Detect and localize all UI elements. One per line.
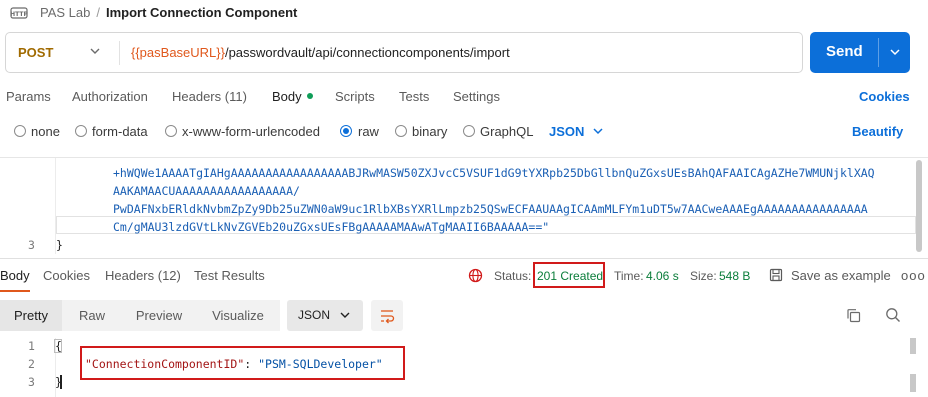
beautify-button[interactable]: Beautify [852, 124, 903, 139]
radio-graphql[interactable] [463, 125, 475, 137]
response-scrollbar[interactable] [910, 338, 916, 354]
view-preview[interactable]: Preview [122, 300, 196, 331]
breadcrumb: PAS Lab / Import Connection Component [40, 5, 297, 20]
time-label: Time: [614, 269, 644, 283]
size-value[interactable]: 548 B [719, 269, 750, 283]
url-variable: {{pasBaseURL}} [131, 45, 225, 60]
chevron-down-icon [339, 309, 351, 321]
breadcrumb-collection[interactable]: PAS Lab [40, 5, 90, 20]
code-line: AAKAMAACUAAAAAAAAAAAAAAAAA/ [113, 184, 300, 198]
response-tab-test-results[interactable]: Test Results [194, 268, 265, 283]
radio-form-data-label[interactable]: form-data [92, 124, 148, 139]
line-number: 2 [28, 357, 35, 371]
status-label: Status: [494, 269, 532, 283]
response-divider [0, 258, 928, 259]
radio-binary[interactable] [395, 125, 407, 137]
copy-icon[interactable] [846, 308, 861, 323]
send-divider [878, 38, 879, 67]
line-number: 3 [28, 375, 35, 389]
view-pretty[interactable]: Pretty [0, 300, 62, 331]
response-format-label: JSON [298, 308, 331, 322]
line-number: 1 [28, 339, 35, 353]
breadcrumb-separator: / [96, 5, 100, 20]
radio-urlencoded-label[interactable]: x-www-form-urlencoded [182, 124, 320, 139]
body-status-dot [306, 93, 313, 99]
active-tab-indicator [0, 290, 30, 292]
code-line: Cm/gMAU3lzdGVtLkNvZGVEb20uZGxsUEsFBgAAAA… [113, 220, 550, 234]
time-value[interactable]: 4.06 s [646, 269, 679, 283]
chevron-down-icon[interactable] [888, 45, 902, 59]
tab-params[interactable]: Params [6, 89, 51, 104]
url-divider [119, 41, 120, 65]
radio-binary-label[interactable]: binary [412, 124, 447, 139]
radio-none-label[interactable]: none [31, 124, 60, 139]
code-line: +hWQWe1AAAATgIAHgAAAAAAAAAAAAAAAAABJRwMA… [113, 166, 875, 180]
response-highlight-box [80, 346, 405, 380]
save-icon[interactable] [769, 268, 783, 282]
view-raw[interactable]: Raw [62, 300, 122, 331]
chevron-down-icon[interactable] [592, 125, 604, 137]
radio-raw[interactable] [340, 125, 352, 137]
response-tab-cookies[interactable]: Cookies [43, 268, 90, 283]
radio-raw-label[interactable]: raw [358, 124, 379, 139]
send-button[interactable]: Send [810, 32, 910, 73]
search-icon[interactable] [885, 307, 901, 323]
editor-scrollbar[interactable] [916, 160, 922, 252]
tab-body-label: Body [272, 89, 302, 104]
url-bar: POST {{pasBaseURL}}/passwordvault/api/co… [5, 32, 803, 73]
response-scrollbar[interactable] [910, 374, 916, 392]
cookies-link[interactable]: Cookies [859, 89, 910, 104]
code-line: PwDAFNxbERldkNvbmZpZy9Db25uZWN0aW9uc1Rlb… [113, 202, 868, 216]
radio-none[interactable] [14, 125, 26, 137]
request-title[interactable]: Import Connection Component [106, 5, 297, 20]
send-label: Send [826, 43, 863, 60]
radio-urlencoded[interactable] [165, 125, 177, 137]
radio-form-data[interactable] [75, 125, 87, 137]
tab-tests[interactable]: Tests [399, 89, 429, 104]
tab-settings[interactable]: Settings [453, 89, 500, 104]
body-format-select[interactable]: JSON [549, 124, 584, 139]
line-number: 3 [28, 238, 35, 252]
tab-body[interactable]: Body [272, 89, 313, 104]
wrap-lines-icon [379, 308, 395, 324]
radio-graphql-label[interactable]: GraphQL [480, 124, 533, 139]
wrap-lines-button[interactable] [371, 300, 403, 331]
text-caret [60, 375, 62, 389]
response-format-select[interactable]: JSON [287, 300, 363, 331]
chevron-down-icon[interactable] [88, 44, 102, 58]
more-options-icon[interactable]: ooo [901, 268, 926, 283]
svg-text:HTTP: HTTP [10, 11, 28, 18]
save-as-example-button[interactable]: Save as example [791, 268, 891, 283]
http-icon: HTTP [10, 5, 28, 21]
status-highlight-box [533, 262, 605, 288]
tab-authorization[interactable]: Authorization [72, 89, 148, 104]
tab-scripts[interactable]: Scripts [335, 89, 375, 104]
closing-brace: } [56, 238, 63, 252]
response-tab-headers[interactable]: Headers (12) [105, 268, 181, 283]
url-input[interactable]: {{pasBaseURL}}/passwordvault/api/connect… [131, 45, 510, 60]
view-visualize[interactable]: Visualize [196, 300, 280, 331]
url-path: /passwordvault/api/connectioncomponents/… [224, 45, 510, 60]
globe-icon[interactable] [468, 268, 483, 283]
method-select[interactable]: POST [18, 45, 53, 60]
size-label: Size: [690, 269, 717, 283]
open-brace: { [55, 339, 62, 353]
tab-headers[interactable]: Headers (11) [172, 89, 247, 104]
response-tab-body[interactable]: Body [0, 268, 30, 283]
